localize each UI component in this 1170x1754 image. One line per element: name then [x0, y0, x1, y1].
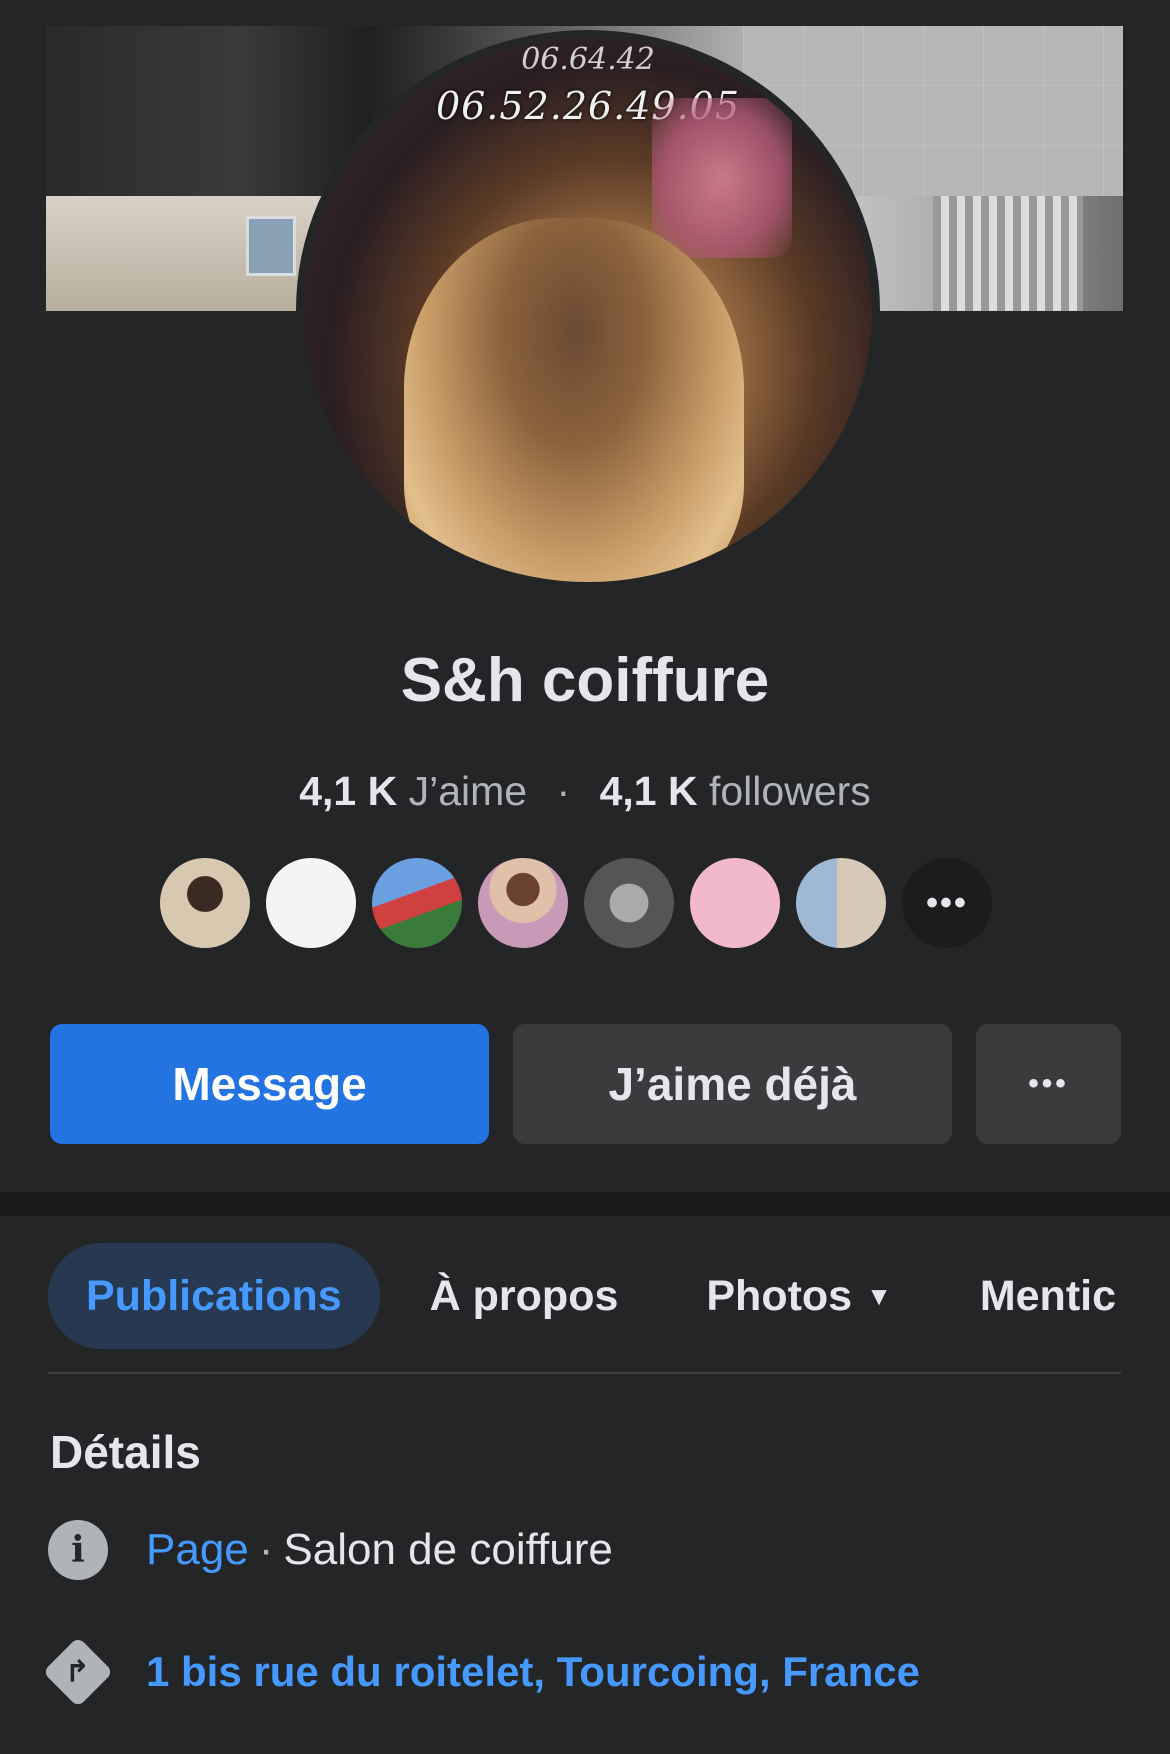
friend-avatar[interactable] [581, 855, 677, 951]
friend-avatar[interactable] [157, 855, 253, 951]
followers-label: followers [708, 768, 871, 814]
tabs-divider [48, 1372, 1121, 1374]
details-heading: Détails [50, 1426, 201, 1478]
section-divider [0, 1192, 1170, 1216]
action-buttons: Message J’aime déjà ••• [50, 1024, 1121, 1144]
page-link[interactable]: Page [146, 1525, 249, 1574]
tab-publications[interactable]: Publications [48, 1243, 380, 1349]
likes-count: 4,1 K [299, 768, 398, 814]
category-text: Page · Salon de coiffure [146, 1525, 613, 1575]
profile-picture[interactable]: 06.64.42 06.52.26.49.05 [296, 30, 880, 590]
page-stats[interactable]: 4,1 K J’aime · 4,1 K followers [0, 768, 1170, 815]
caret-down-icon: ▼ [866, 1280, 892, 1311]
info-icon: i [48, 1520, 108, 1580]
category-separator: · [258, 1525, 274, 1574]
tab-photos-label: Photos [706, 1271, 853, 1320]
detail-category: i Page · Salon de coiffure [48, 1520, 613, 1580]
background-light [652, 98, 792, 258]
status-strip [0, 0, 1170, 26]
directions-icon: ↱ [42, 1636, 114, 1708]
friend-avatar[interactable] [687, 855, 783, 951]
detail-address: ↱ 1 bis rue du roitelet, Tourcoing, Fran… [42, 1636, 920, 1708]
message-button[interactable]: Message [50, 1024, 489, 1144]
friend-avatar[interactable] [475, 855, 571, 951]
category-value: Salon de coiffure [283, 1525, 613, 1574]
liked-button[interactable]: J’aime déjà [513, 1024, 952, 1144]
tab-about[interactable]: À propos [392, 1243, 657, 1349]
likes-label: J’aime [408, 768, 528, 814]
followers-count: 4,1 K [599, 768, 698, 814]
friends-who-like[interactable]: ••• [157, 855, 995, 955]
friend-avatar[interactable] [263, 855, 359, 951]
profile-picture-image: 06.64.42 06.52.26.49.05 [304, 38, 872, 582]
tab-photos[interactable]: Photos ▼ [668, 1243, 929, 1349]
address-link[interactable]: 1 bis rue du roitelet, Tourcoing, France [146, 1648, 920, 1696]
friend-avatar[interactable] [793, 855, 889, 951]
stats-separator: · [556, 768, 571, 814]
hair-image [404, 218, 744, 582]
more-friends-button[interactable]: ••• [899, 855, 995, 951]
friend-avatar[interactable] [369, 855, 465, 951]
facebook-page-profile: 06.64.42 06.52.26.49.05 S&h coiffure 4,1… [0, 0, 1170, 1754]
cover-frame [246, 216, 296, 276]
page-title: S&h coiffure [400, 646, 770, 715]
cover-mirror [933, 196, 1083, 311]
tab-mentions[interactable]: Mentic [942, 1243, 1154, 1349]
more-options-button[interactable]: ••• [976, 1024, 1121, 1144]
phone-number-partial: 06.64.42 [521, 42, 655, 77]
profile-tabs: Publications À propos Photos ▼ Mentic [48, 1242, 1154, 1350]
